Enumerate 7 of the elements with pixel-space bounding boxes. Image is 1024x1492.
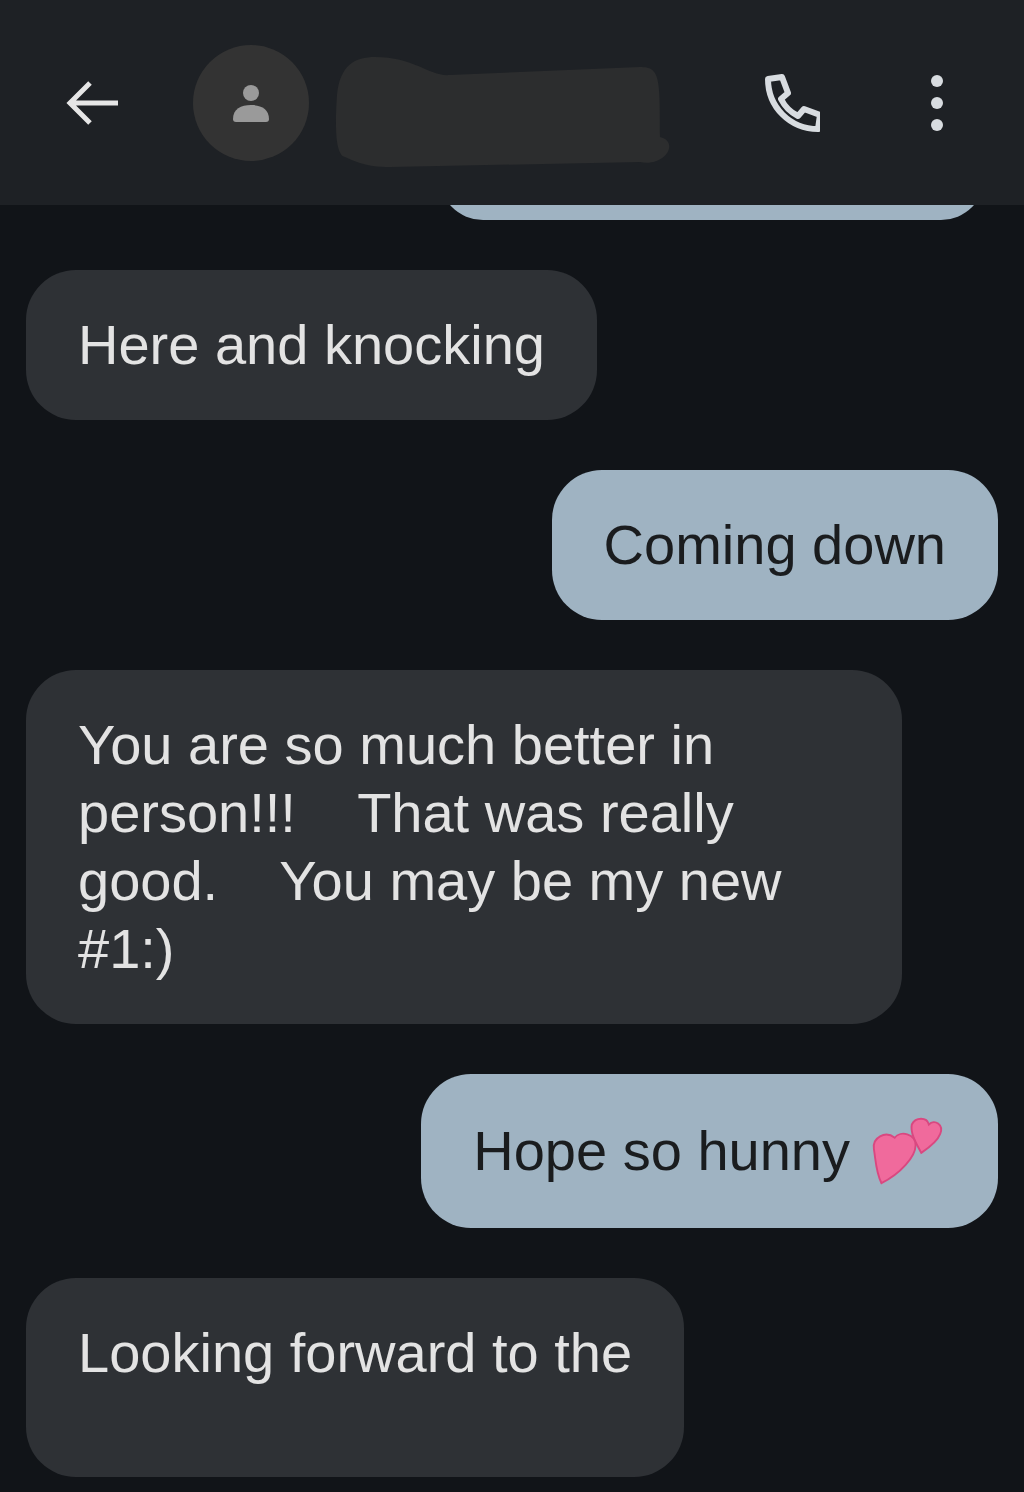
message-text: Looking forward to the [78, 1320, 633, 1386]
more-icon[interactable] [930, 72, 944, 133]
message-text: Here and knocking [78, 312, 545, 378]
message-text: You are so much better in person!!! That was really good. You may be my new #1:) [78, 712, 783, 982]
message-text: Coming down [603, 512, 946, 578]
message-text: Hope so hunny [473, 1118, 850, 1184]
back-arrow-icon[interactable] [64, 78, 120, 127]
